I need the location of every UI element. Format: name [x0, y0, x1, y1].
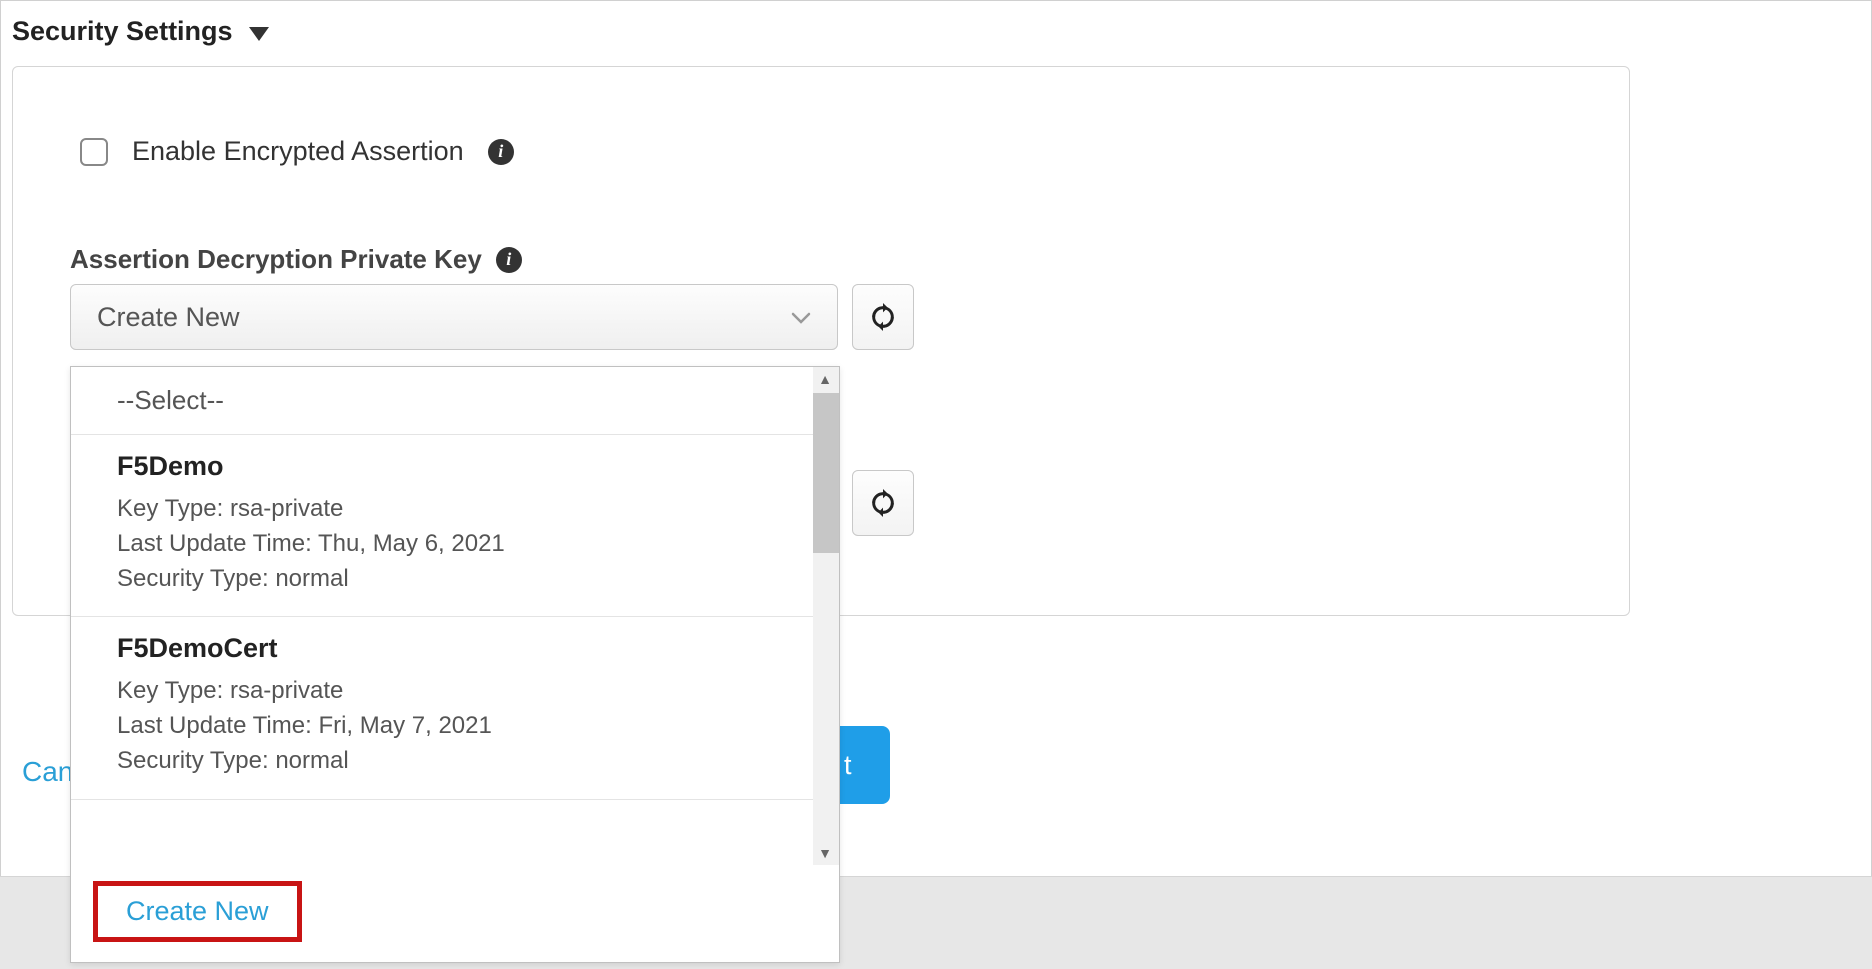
- security-settings-header[interactable]: Security Settings: [12, 16, 269, 47]
- scroll-down-icon[interactable]: ▼: [818, 845, 832, 861]
- assertion-key-label: Assertion Decryption Private Key: [70, 244, 482, 275]
- option-title: F5DemoCert: [117, 633, 767, 664]
- chevron-down-icon: [791, 304, 811, 330]
- refresh-button-2[interactable]: [852, 470, 914, 536]
- scrollbar-track[interactable]: ▲ ▼: [813, 367, 839, 865]
- assertion-key-dropdown: ▲ ▼ --Select-- F5Demo Key Type: rsa-priv…: [70, 366, 840, 963]
- dropdown-option-f5demo[interactable]: F5Demo Key Type: rsa-private Last Update…: [71, 435, 813, 617]
- option-meta: Key Type: rsa-private Last Update Time: …: [117, 492, 767, 596]
- dropdown-option-partial[interactable]: [71, 800, 813, 830]
- select-value: Create New: [97, 302, 791, 333]
- assertion-key-label-row: Assertion Decryption Private Key i: [70, 244, 522, 275]
- section-title: Security Settings: [12, 16, 233, 47]
- refresh-icon: [869, 303, 897, 331]
- scrollbar-thumb[interactable]: [813, 393, 839, 553]
- dropdown-footer: Create New: [71, 865, 839, 962]
- assertion-key-select-row: Create New: [70, 284, 914, 350]
- option-meta: Key Type: rsa-private Last Update Time: …: [117, 674, 767, 778]
- next-button[interactable]: t: [840, 726, 890, 804]
- dropdown-option-select[interactable]: --Select--: [71, 367, 813, 435]
- enable-encrypted-assertion-label: Enable Encrypted Assertion: [132, 136, 464, 167]
- scroll-up-icon[interactable]: ▲: [818, 371, 832, 387]
- refresh-icon: [869, 489, 897, 517]
- create-new-button[interactable]: Create New: [93, 881, 302, 942]
- option-title: F5Demo: [117, 451, 767, 482]
- dropdown-option-f5democert[interactable]: F5DemoCert Key Type: rsa-private Last Up…: [71, 617, 813, 799]
- enable-encrypted-assertion-row: Enable Encrypted Assertion i: [80, 136, 514, 167]
- refresh-button[interactable]: [852, 284, 914, 350]
- info-icon[interactable]: i: [496, 247, 522, 273]
- caret-down-icon: [249, 27, 269, 41]
- enable-encrypted-assertion-checkbox[interactable]: [80, 138, 108, 166]
- info-icon[interactable]: i: [488, 139, 514, 165]
- cancel-link[interactable]: Can: [22, 756, 73, 788]
- assertion-key-select[interactable]: Create New: [70, 284, 838, 350]
